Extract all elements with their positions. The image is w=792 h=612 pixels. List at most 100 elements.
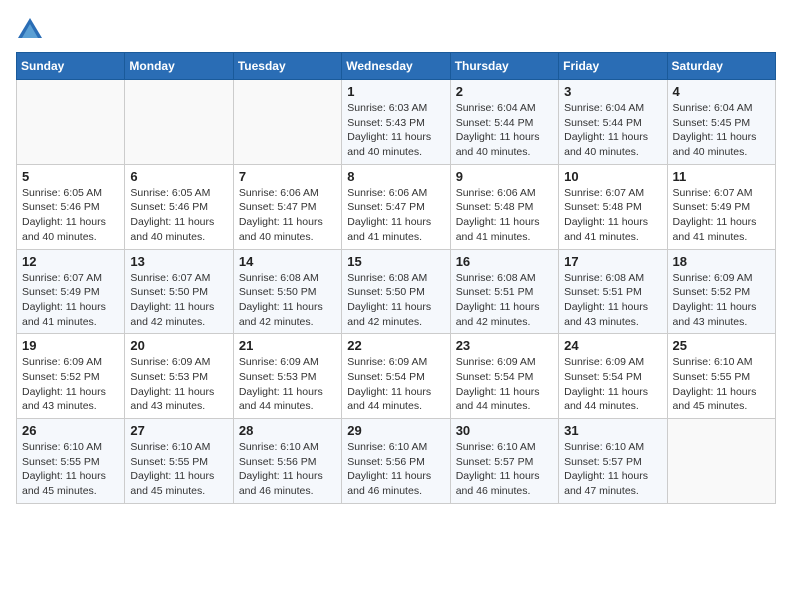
day-number: 5	[22, 169, 119, 184]
day-info: Sunrise: 6:04 AM Sunset: 5:44 PM Dayligh…	[456, 101, 553, 160]
day-info: Sunrise: 6:09 AM Sunset: 5:54 PM Dayligh…	[564, 355, 661, 414]
column-header-friday: Friday	[559, 53, 667, 80]
calendar-cell: 24 Sunrise: 6:09 AM Sunset: 5:54 PM Dayli…	[559, 334, 667, 419]
day-info: Sunrise: 6:03 AM Sunset: 5:43 PM Dayligh…	[347, 101, 444, 160]
column-header-sunday: Sunday	[17, 53, 125, 80]
day-info: Sunrise: 6:08 AM Sunset: 5:50 PM Dayligh…	[347, 271, 444, 330]
logo	[16, 16, 48, 44]
day-info: Sunrise: 6:10 AM Sunset: 5:56 PM Dayligh…	[347, 440, 444, 499]
day-number: 1	[347, 84, 444, 99]
day-info: Sunrise: 6:10 AM Sunset: 5:55 PM Dayligh…	[22, 440, 119, 499]
calendar-cell: 17 Sunrise: 6:08 AM Sunset: 5:51 PM Dayli…	[559, 249, 667, 334]
day-number: 18	[673, 254, 770, 269]
day-info: Sunrise: 6:08 AM Sunset: 5:51 PM Dayligh…	[456, 271, 553, 330]
calendar-cell: 28 Sunrise: 6:10 AM Sunset: 5:56 PM Dayli…	[233, 419, 341, 504]
day-info: Sunrise: 6:09 AM Sunset: 5:53 PM Dayligh…	[130, 355, 227, 414]
day-number: 29	[347, 423, 444, 438]
calendar-cell: 6 Sunrise: 6:05 AM Sunset: 5:46 PM Daylig…	[125, 164, 233, 249]
calendar-week-row: 12Sunrise: 6:07 AM Sunset: 5:49 PM Dayli…	[17, 249, 776, 334]
day-info: Sunrise: 6:08 AM Sunset: 5:50 PM Dayligh…	[239, 271, 336, 330]
day-number: 3	[564, 84, 661, 99]
day-number: 20	[130, 338, 227, 353]
day-info: Sunrise: 6:09 AM Sunset: 5:52 PM Dayligh…	[22, 355, 119, 414]
day-info: Sunrise: 6:10 AM Sunset: 5:55 PM Dayligh…	[130, 440, 227, 499]
calendar-cell: 23 Sunrise: 6:09 AM Sunset: 5:54 PM Dayli…	[450, 334, 558, 419]
day-number: 27	[130, 423, 227, 438]
calendar-cell: 13 Sunrise: 6:07 AM Sunset: 5:50 PM Dayli…	[125, 249, 233, 334]
column-header-thursday: Thursday	[450, 53, 558, 80]
day-number: 4	[673, 84, 770, 99]
calendar-cell	[17, 80, 125, 165]
day-info: Sunrise: 6:06 AM Sunset: 5:47 PM Dayligh…	[347, 186, 444, 245]
calendar-cell: 1 Sunrise: 6:03 AM Sunset: 5:43 PM Daylig…	[342, 80, 450, 165]
calendar-cell: 25Sunrise: 6:10 AM Sunset: 5:55 PM Dayli…	[667, 334, 775, 419]
calendar-cell: 7 Sunrise: 6:06 AM Sunset: 5:47 PM Daylig…	[233, 164, 341, 249]
calendar-cell: 27 Sunrise: 6:10 AM Sunset: 5:55 PM Dayli…	[125, 419, 233, 504]
calendar-cell: 30 Sunrise: 6:10 AM Sunset: 5:57 PM Dayli…	[450, 419, 558, 504]
calendar-cell	[233, 80, 341, 165]
day-number: 23	[456, 338, 553, 353]
day-number: 24	[564, 338, 661, 353]
logo-icon	[16, 16, 44, 44]
calendar-cell: 12Sunrise: 6:07 AM Sunset: 5:49 PM Dayli…	[17, 249, 125, 334]
calendar-week-row: 26 Sunrise: 6:10 AM Sunset: 5:55 PM Dayli…	[17, 419, 776, 504]
calendar-week-row: 5 Sunrise: 6:05 AM Sunset: 5:46 PM Daylig…	[17, 164, 776, 249]
day-info: Sunrise: 6:09 AM Sunset: 5:54 PM Dayligh…	[456, 355, 553, 414]
day-number: 13	[130, 254, 227, 269]
day-number: 25	[673, 338, 770, 353]
column-header-saturday: Saturday	[667, 53, 775, 80]
calendar-cell: 3 Sunrise: 6:04 AM Sunset: 5:44 PM Daylig…	[559, 80, 667, 165]
day-info: Sunrise: 6:09 AM Sunset: 5:54 PM Dayligh…	[347, 355, 444, 414]
calendar-cell: 19Sunrise: 6:09 AM Sunset: 5:52 PM Dayli…	[17, 334, 125, 419]
calendar-cell	[125, 80, 233, 165]
day-info: Sunrise: 6:10 AM Sunset: 5:56 PM Dayligh…	[239, 440, 336, 499]
day-info: Sunrise: 6:07 AM Sunset: 5:50 PM Dayligh…	[130, 271, 227, 330]
day-info: Sunrise: 6:09 AM Sunset: 5:53 PM Dayligh…	[239, 355, 336, 414]
day-number: 21	[239, 338, 336, 353]
day-info: Sunrise: 6:07 AM Sunset: 5:49 PM Dayligh…	[22, 271, 119, 330]
day-number: 9	[456, 169, 553, 184]
day-info: Sunrise: 6:04 AM Sunset: 5:44 PM Dayligh…	[564, 101, 661, 160]
calendar-cell: 20 Sunrise: 6:09 AM Sunset: 5:53 PM Dayli…	[125, 334, 233, 419]
calendar-cell: 9 Sunrise: 6:06 AM Sunset: 5:48 PM Daylig…	[450, 164, 558, 249]
calendar-cell: 18Sunrise: 6:09 AM Sunset: 5:52 PM Dayli…	[667, 249, 775, 334]
day-number: 14	[239, 254, 336, 269]
column-header-wednesday: Wednesday	[342, 53, 450, 80]
day-info: Sunrise: 6:05 AM Sunset: 5:46 PM Dayligh…	[130, 186, 227, 245]
day-info: Sunrise: 6:06 AM Sunset: 5:48 PM Dayligh…	[456, 186, 553, 245]
day-number: 30	[456, 423, 553, 438]
calendar-cell: 8 Sunrise: 6:06 AM Sunset: 5:47 PM Daylig…	[342, 164, 450, 249]
calendar-cell: 14 Sunrise: 6:08 AM Sunset: 5:50 PM Dayli…	[233, 249, 341, 334]
calendar-cell: 21 Sunrise: 6:09 AM Sunset: 5:53 PM Dayli…	[233, 334, 341, 419]
day-info: Sunrise: 6:07 AM Sunset: 5:48 PM Dayligh…	[564, 186, 661, 245]
day-number: 8	[347, 169, 444, 184]
calendar-cell: 15Sunrise: 6:08 AM Sunset: 5:50 PM Dayli…	[342, 249, 450, 334]
page-header	[16, 16, 776, 44]
day-number: 22	[347, 338, 444, 353]
calendar-cell: 22 Sunrise: 6:09 AM Sunset: 5:54 PM Dayli…	[342, 334, 450, 419]
calendar-week-row: 19Sunrise: 6:09 AM Sunset: 5:52 PM Dayli…	[17, 334, 776, 419]
column-header-tuesday: Tuesday	[233, 53, 341, 80]
calendar-header-row: SundayMondayTuesdayWednesdayThursdayFrid…	[17, 53, 776, 80]
day-number: 17	[564, 254, 661, 269]
day-number: 26	[22, 423, 119, 438]
calendar-week-row: 1 Sunrise: 6:03 AM Sunset: 5:43 PM Daylig…	[17, 80, 776, 165]
day-number: 6	[130, 169, 227, 184]
day-info: Sunrise: 6:04 AM Sunset: 5:45 PM Dayligh…	[673, 101, 770, 160]
calendar-cell	[667, 419, 775, 504]
calendar-cell: 11Sunrise: 6:07 AM Sunset: 5:49 PM Dayli…	[667, 164, 775, 249]
calendar-table: SundayMondayTuesdayWednesdayThursdayFrid…	[16, 52, 776, 504]
day-number: 7	[239, 169, 336, 184]
day-info: Sunrise: 6:06 AM Sunset: 5:47 PM Dayligh…	[239, 186, 336, 245]
calendar-cell: 16 Sunrise: 6:08 AM Sunset: 5:51 PM Dayli…	[450, 249, 558, 334]
day-number: 28	[239, 423, 336, 438]
day-info: Sunrise: 6:05 AM Sunset: 5:46 PM Dayligh…	[22, 186, 119, 245]
day-number: 31	[564, 423, 661, 438]
day-number: 11	[673, 169, 770, 184]
day-number: 2	[456, 84, 553, 99]
calendar-cell: 26 Sunrise: 6:10 AM Sunset: 5:55 PM Dayli…	[17, 419, 125, 504]
day-info: Sunrise: 6:10 AM Sunset: 5:57 PM Dayligh…	[456, 440, 553, 499]
day-number: 16	[456, 254, 553, 269]
calendar-cell: 2 Sunrise: 6:04 AM Sunset: 5:44 PM Daylig…	[450, 80, 558, 165]
day-info: Sunrise: 6:08 AM Sunset: 5:51 PM Dayligh…	[564, 271, 661, 330]
